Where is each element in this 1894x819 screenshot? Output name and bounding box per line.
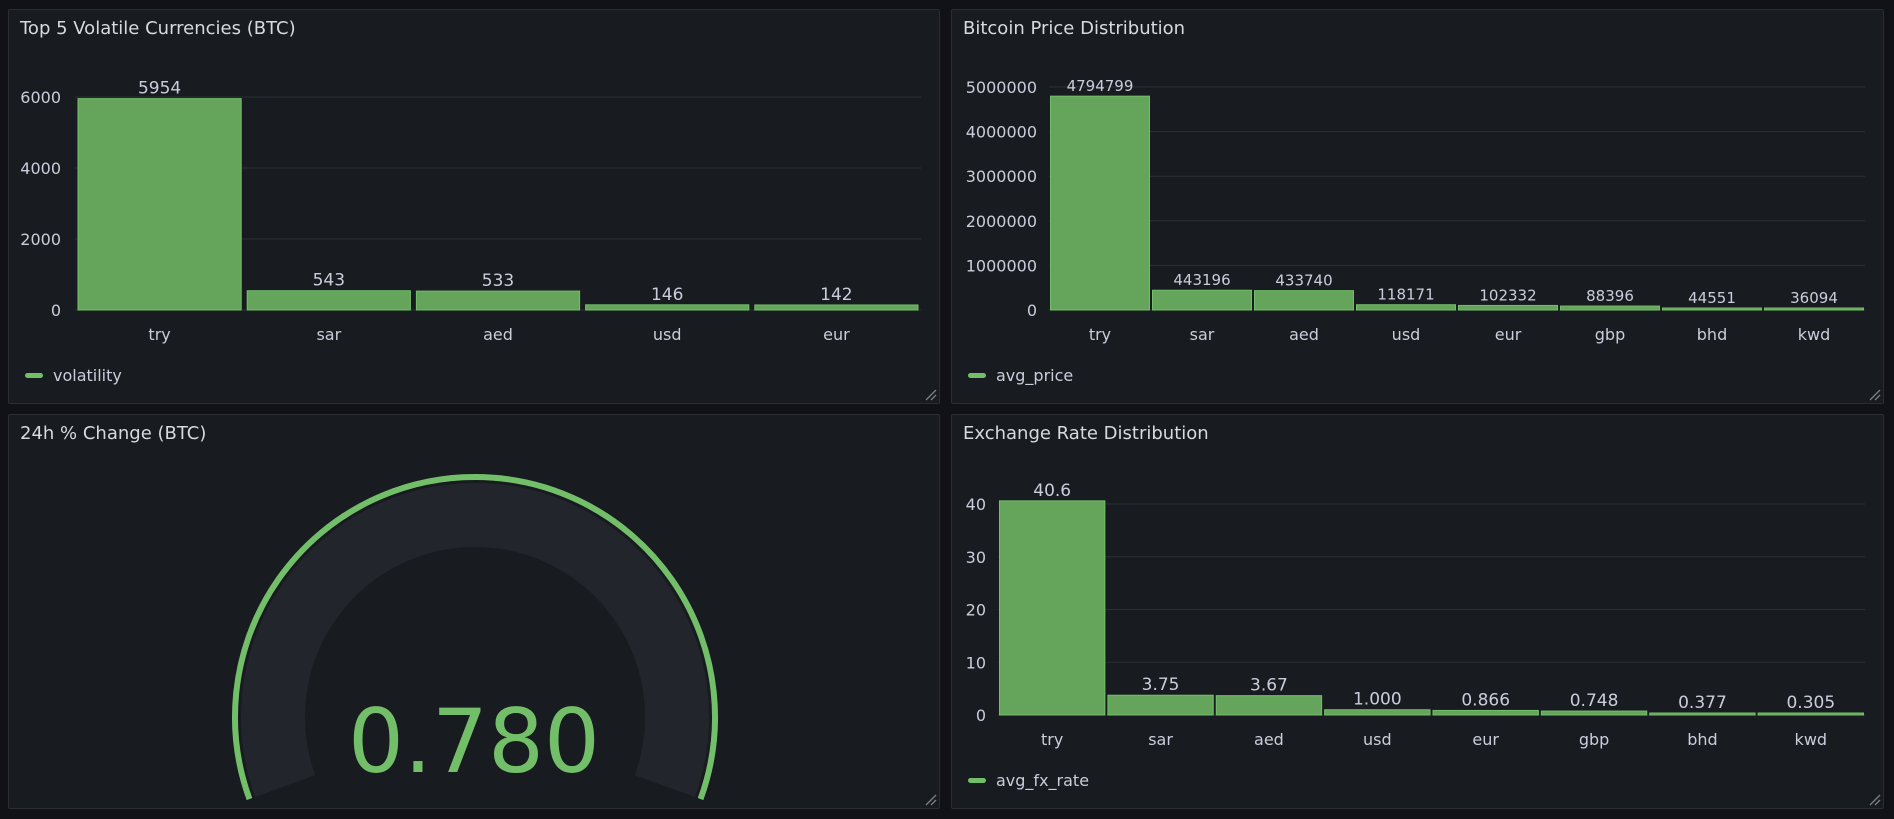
bar-aed[interactable] — [1215, 695, 1323, 716]
x-tick-label: eur — [1472, 730, 1499, 749]
y-tick-label: 0 — [1027, 301, 1037, 320]
x-tick-label: try — [1041, 730, 1063, 749]
bar-bhd[interactable] — [1649, 712, 1756, 716]
bar-kwd[interactable] — [1757, 712, 1864, 716]
bar-value-label: 0.305 — [1786, 693, 1835, 713]
bar-value-label: 433740 — [1275, 272, 1332, 290]
bar-value-label: 543 — [313, 271, 345, 291]
y-tick-label: 6000 — [20, 88, 61, 107]
bar-value-label: 44551 — [1688, 289, 1736, 307]
bar-sar[interactable] — [246, 290, 411, 311]
y-tick-label: 30 — [966, 548, 986, 567]
bar-kwd[interactable] — [1764, 307, 1864, 311]
legend[interactable]: avg_fx_rate — [968, 771, 1089, 790]
bar-chart-price: 0 1000000 2000000 3000000 4000000 5000000 4794… — [966, 77, 1865, 344]
bar-value-label: 4794799 — [1067, 77, 1134, 95]
bar-value-label: 102332 — [1479, 286, 1536, 304]
bar-value-label: 3.67 — [1250, 676, 1288, 696]
bar-value-label: 36094 — [1790, 289, 1838, 307]
bar-value-label: 0.748 — [1570, 691, 1619, 711]
bar-value-label: 0.866 — [1461, 690, 1510, 710]
legend-label: avg_price — [996, 366, 1074, 385]
bar-bhd[interactable] — [1662, 307, 1762, 311]
legend[interactable]: volatility — [25, 366, 122, 385]
bar-gbp[interactable] — [1560, 305, 1660, 311]
y-tick-label: 3000000 — [966, 167, 1037, 186]
x-tick-label: eur — [823, 325, 850, 344]
bar-gbp[interactable] — [1540, 710, 1648, 716]
y-tick-label: 0 — [51, 301, 61, 320]
x-tick-label: aed — [1254, 730, 1284, 749]
x-tick-label: aed — [1289, 325, 1319, 344]
x-tick-label: sar — [1190, 325, 1215, 344]
bar-value-label: 5954 — [138, 79, 181, 99]
bar-usd[interactable] — [1356, 304, 1456, 311]
y-tick-label: 4000 — [20, 159, 61, 178]
x-tick-label: sar — [316, 325, 341, 344]
panel-price: Bitcoin Price Distribution 0 1000000 20000… — [951, 9, 1884, 404]
legend-swatch-icon — [968, 778, 986, 783]
legend-label: volatility — [53, 366, 122, 385]
x-tick-label: try — [148, 325, 170, 344]
resize-handle-icon[interactable] — [923, 792, 937, 806]
bar-value-label: 118171 — [1377, 286, 1434, 304]
bar-sar[interactable] — [1107, 694, 1214, 716]
x-tick-label: kwd — [1795, 730, 1828, 749]
x-tick-label: usd — [1363, 730, 1392, 749]
y-tick-label: 5000000 — [966, 78, 1037, 97]
bar-eur[interactable] — [1458, 304, 1558, 311]
y-tick-label: 2000 — [20, 230, 61, 249]
gauge-value: 0.780 — [348, 690, 600, 793]
x-tick-label: gbp — [1595, 325, 1625, 344]
y-tick-label: 4000000 — [966, 123, 1037, 142]
panel-fx: Exchange Rate Distribution 0 10 20 30 40 40.6… — [951, 414, 1884, 809]
x-tick-label: gbp — [1579, 730, 1609, 749]
resize-handle-icon[interactable] — [1867, 387, 1881, 401]
x-tick-label: usd — [653, 325, 682, 344]
bar-usd[interactable] — [1324, 709, 1431, 716]
bar-try[interactable] — [77, 98, 242, 311]
y-tick-label: 0 — [976, 706, 986, 725]
resize-handle-icon[interactable] — [1867, 792, 1881, 806]
bar-usd[interactable] — [585, 304, 750, 311]
bar-value-label: 443196 — [1173, 271, 1230, 289]
resize-handle-icon[interactable] — [923, 387, 937, 401]
bar-value-label: 142 — [820, 285, 852, 305]
bar-chart-fx: 0 10 20 30 40 40.6 try 3.75 sar 3.67 aed 1.000 usd 0.… — [966, 481, 1865, 749]
bar-value-label: 146 — [651, 285, 683, 305]
x-tick-label: try — [1089, 325, 1111, 344]
bar-value-label: 88396 — [1586, 287, 1634, 305]
x-tick-label: sar — [1148, 730, 1173, 749]
x-tick-label: kwd — [1798, 325, 1831, 344]
bar-eur[interactable] — [1432, 709, 1539, 716]
x-tick-label: bhd — [1697, 325, 1727, 344]
bar-value-label: 533 — [482, 271, 514, 291]
bar-aed[interactable] — [1254, 290, 1354, 311]
bar-try[interactable] — [999, 500, 1106, 716]
y-tick-label: 2000000 — [966, 212, 1037, 231]
y-tick-label: 10 — [966, 653, 986, 672]
y-tick-label: 40 — [966, 495, 986, 514]
legend-label: avg_fx_rate — [996, 771, 1090, 790]
legend-swatch-icon — [25, 373, 43, 378]
bar-try[interactable] — [1050, 95, 1150, 311]
bar-value-label: 1.000 — [1353, 690, 1402, 710]
panel-change: 24h % Change (BTC) 0.780 — [8, 414, 940, 809]
bar-chart-volatility: 0 2000 4000 6000 5954 try 543 sar 533 aed 146 usd 14… — [20, 79, 921, 344]
x-tick-label: eur — [1495, 325, 1522, 344]
bar-aed[interactable] — [415, 290, 581, 311]
bar-value-label: 3.75 — [1142, 675, 1180, 695]
x-tick-label: usd — [1392, 325, 1421, 344]
y-tick-label: 20 — [966, 601, 986, 620]
bar-value-label: 0.377 — [1678, 693, 1727, 713]
x-tick-label: bhd — [1687, 730, 1717, 749]
bar-eur[interactable] — [754, 304, 919, 311]
bar-sar[interactable] — [1152, 289, 1252, 311]
y-tick-label: 1000000 — [966, 256, 1037, 275]
legend[interactable]: avg_price — [968, 366, 1073, 385]
panel-volatility: Top 5 Volatile Currencies (BTC) 0 2000 400… — [8, 9, 940, 404]
bar-value-label: 40.6 — [1033, 481, 1071, 501]
x-tick-label: aed — [483, 325, 513, 344]
legend-swatch-icon — [968, 373, 986, 378]
